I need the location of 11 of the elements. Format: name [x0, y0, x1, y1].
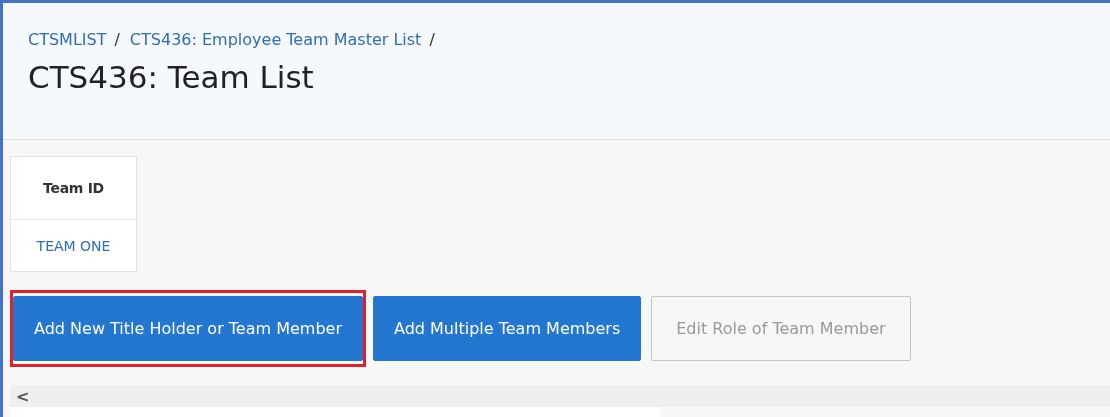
horizontal-scrollbar[interactable]: < — [10, 385, 1110, 407]
breadcrumb-link[interactable]: CTS436: Employee Team Master List — [129, 30, 422, 49]
action-button[interactable]: Add New Title Holder or Team Member — [13, 296, 363, 361]
breadcrumb-separator: / — [429, 30, 435, 49]
breadcrumb-separator: / — [114, 30, 120, 49]
page-title: CTS436: Team List — [28, 59, 315, 95]
breadcrumb-link[interactable]: CTSMLIST — [28, 30, 107, 49]
scroll-left-arrow[interactable]: < — [16, 386, 30, 406]
column-header: Team ID — [10, 156, 137, 220]
action-button[interactable]: Add Multiple Team Members — [373, 296, 642, 361]
team-link[interactable]: TEAM ONE — [10, 219, 137, 272]
